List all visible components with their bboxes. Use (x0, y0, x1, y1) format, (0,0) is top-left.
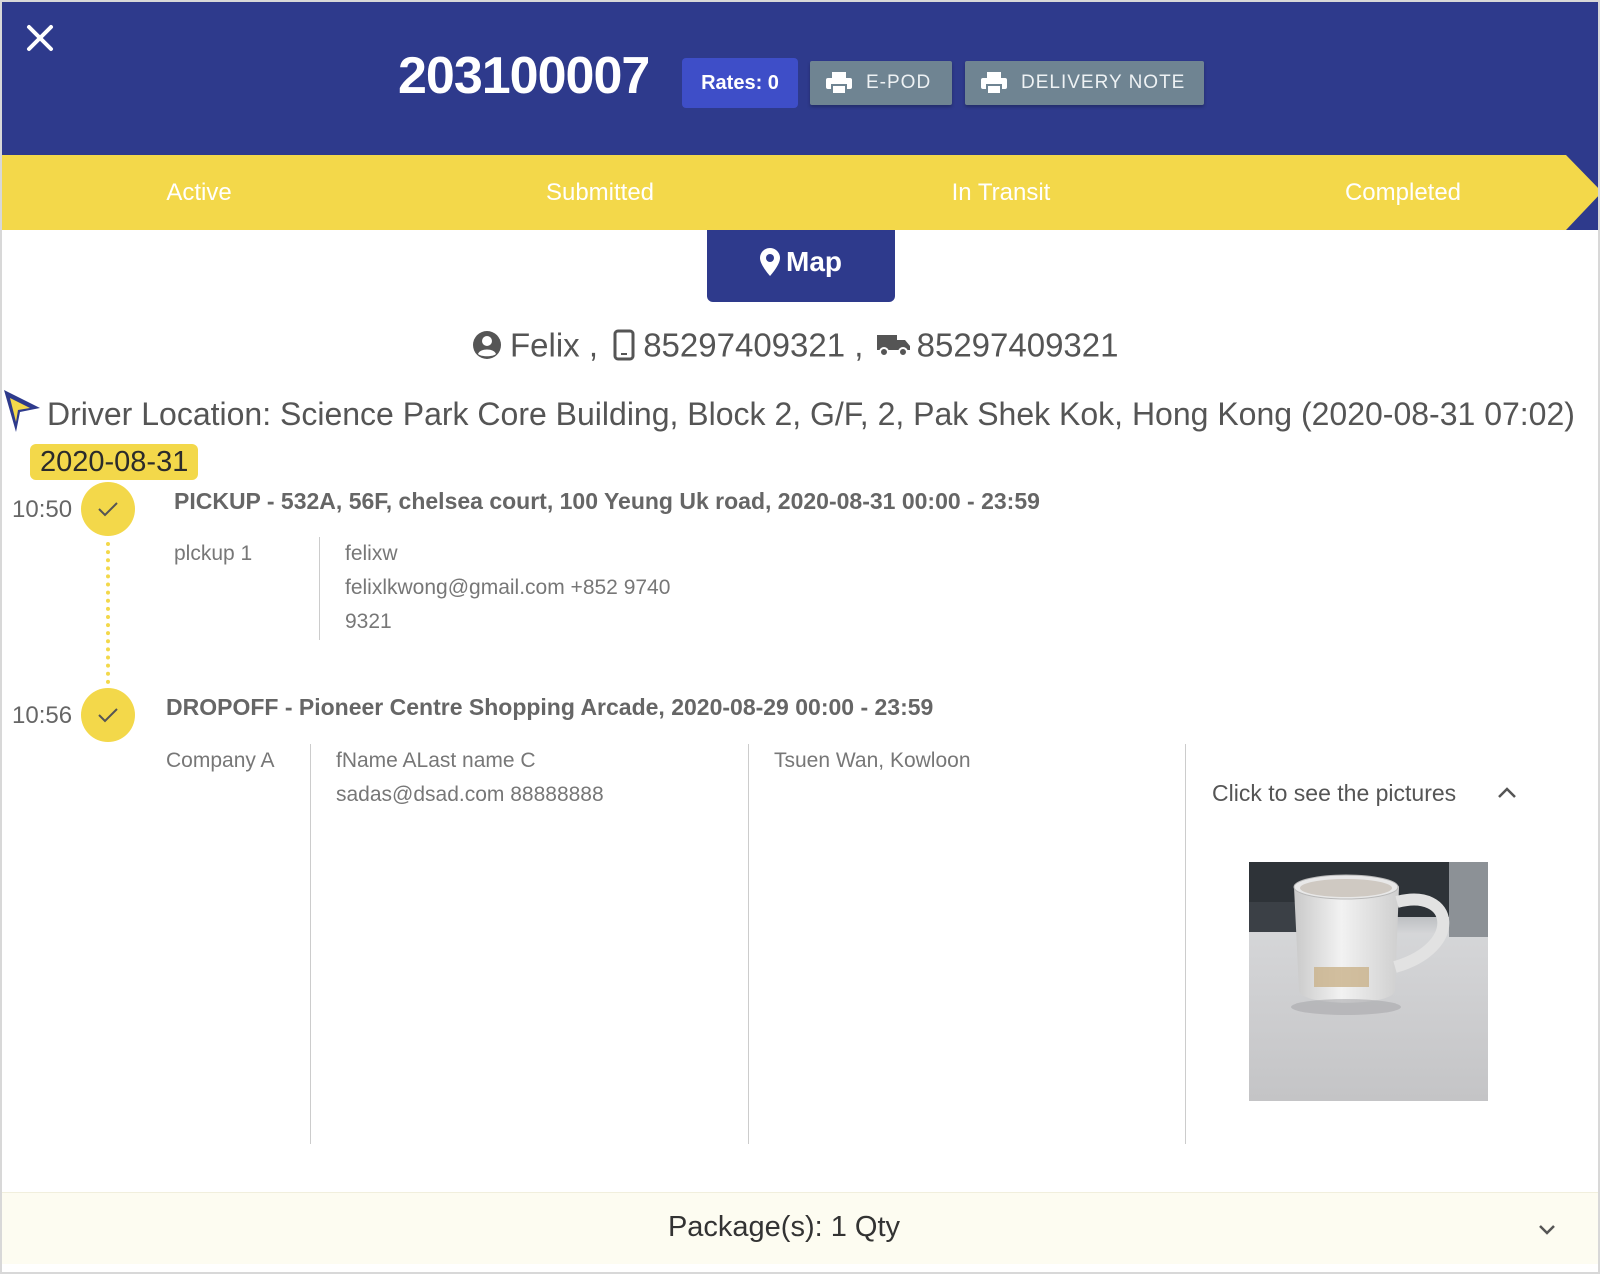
separator: , (588, 326, 599, 364)
timeline-connector (106, 542, 110, 684)
map-button[interactable]: Map (707, 230, 895, 302)
packages-section[interactable]: Package(s): 1 Qty (2, 1192, 1598, 1264)
stop-time: 10:56 (12, 702, 73, 729)
driver-location-text: Driver Location: Science Park Core Build… (47, 396, 1575, 432)
driver-vehicle: 85297409321 (916, 326, 1119, 364)
dropoff-contact-name: fName ALast name C (336, 749, 536, 772)
check-icon (81, 688, 135, 742)
printer-icon (981, 72, 1007, 94)
epod-button[interactable]: E-POD (810, 61, 952, 105)
pickup-title: PICKUP - 532A, 56F, chelsea court, 100 Y… (174, 488, 1040, 514)
chevron-up-icon[interactable] (1496, 786, 1518, 800)
status-step-in-transit: In Transit (951, 179, 1051, 206)
pictures-toggle[interactable]: Click to see the pictures (1212, 780, 1456, 807)
status-progress-bar: Active Submitted In Transit Completed (2, 155, 1598, 230)
status-step-active: Active (166, 179, 232, 206)
driver-location: Driver Location: Science Park Core Build… (2, 390, 1598, 440)
map-pin-icon (760, 247, 780, 276)
printer-icon (826, 72, 852, 94)
pickup-contact-phone: 9321 (345, 610, 392, 633)
column-divider (310, 744, 311, 1144)
dropoff-area: Tsuen Wan, Kowloon (774, 749, 971, 772)
epod-label: E-POD (866, 72, 932, 93)
chevron-down-icon[interactable] (1537, 1223, 1557, 1237)
dropoff-contact: fName ALast name C sadas@dsad.com 888888… (336, 744, 604, 812)
delivery-note-button[interactable]: DELIVERY NOTE (965, 61, 1204, 105)
job-number: 203100007 (398, 47, 650, 105)
user-icon (473, 331, 501, 360)
dropoff-contact-detail: sadas@dsad.com 88888888 (336, 783, 604, 806)
status-step-completed: Completed (1344, 179, 1462, 206)
check-icon (81, 482, 135, 536)
map-button-label: Map (786, 246, 842, 277)
close-icon[interactable] (22, 20, 58, 56)
mobile-phone-icon (613, 329, 635, 361)
driver-contact: Felix , 85297409321 , 85297409321 (472, 324, 1119, 368)
rates-badge[interactable]: Rates: 0 (682, 58, 798, 108)
truck-icon (876, 335, 910, 358)
delivery-note-label: DELIVERY NOTE (1021, 72, 1186, 93)
pickup-company: plckup 1 (174, 542, 253, 565)
stop-time: 10:50 (12, 496, 73, 523)
packages-label: Package(s): 1 Qty (667, 1211, 901, 1243)
pickup-contact: felixw felixlkwong@gmail.com +852 9740 9… (345, 537, 670, 639)
dropoff-title: DROPOFF - Pioneer Centre Shopping Arcade… (166, 694, 934, 720)
column-divider (1185, 744, 1186, 1144)
date-chip: 2020-08-31 (30, 444, 199, 480)
driver-phone: 85297409321 (643, 326, 846, 364)
status-step-submitted: Submitted (545, 179, 655, 206)
column-divider (319, 537, 320, 640)
pickup-contact-name: felixw (345, 542, 398, 565)
column-divider (748, 744, 749, 1144)
separator: , (854, 326, 864, 364)
dropoff-company: Company A (166, 749, 275, 772)
proof-photo[interactable] (1249, 862, 1488, 1101)
driver-name: Felix (510, 326, 580, 364)
modal-header: 203100007 Rates: 0 E-POD DELIVERY NOTE (2, 2, 1598, 155)
pickup-contact-email: felixlkwong@gmail.com +852 9740 (345, 576, 671, 599)
navigation-arrow-icon (4, 390, 40, 432)
order-detail-modal: 203100007 Rates: 0 E-POD DELIVERY NOTE A… (0, 0, 1600, 1274)
